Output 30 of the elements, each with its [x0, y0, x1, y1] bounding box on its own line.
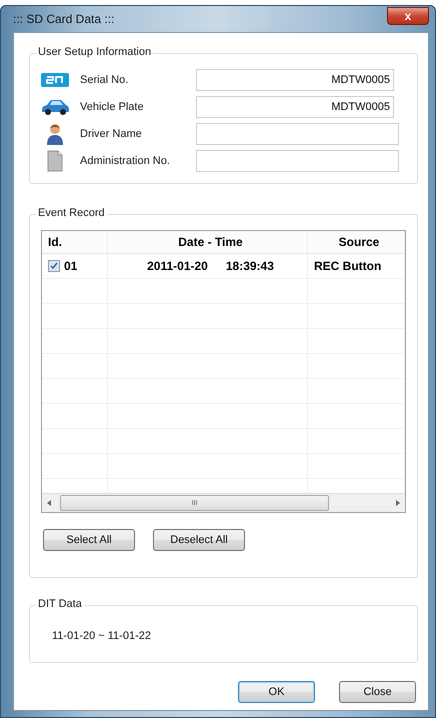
serial-badge-icon: [41, 72, 69, 86]
column-header[interactable]: Source: [308, 231, 405, 253]
column-header[interactable]: Id.: [42, 231, 108, 253]
text-field[interactable]: MDTW0005: [196, 68, 394, 90]
ok-button[interactable]: OK: [238, 681, 315, 703]
text-field[interactable]: [196, 150, 399, 172]
table-cell: 18:39:43: [226, 259, 274, 273]
date-range: 11-01-20 ~ 11-01-22: [52, 630, 151, 642]
field-label: Administration No.: [80, 154, 171, 166]
group-title: DIT Data: [36, 598, 84, 610]
field-label: Vehicle Plate: [80, 100, 145, 112]
table-cell: 01: [64, 259, 78, 273]
window-close-button[interactable]: x: [387, 7, 429, 25]
table-cell: REC Button: [314, 259, 382, 273]
window-title: ::: SD Card Data :::: [13, 12, 114, 26]
text-field[interactable]: MDTW0005: [196, 96, 394, 118]
field-label: Serial No.: [80, 74, 130, 86]
row-checkbox[interactable]: [48, 260, 60, 272]
table-cell: 2011-01-20: [147, 259, 208, 273]
column-header[interactable]: Date - Time: [108, 231, 308, 253]
car-icon: [40, 98, 70, 116]
deselect-all-button[interactable]: Deselect All: [153, 529, 245, 551]
group-title: Event Record: [36, 207, 107, 219]
text-field[interactable]: [196, 122, 399, 144]
select-all-button[interactable]: Select All: [43, 529, 135, 551]
field-label: Driver Name: [80, 128, 143, 140]
document-icon: [47, 150, 63, 172]
close-dialog-button[interactable]: Close: [339, 681, 416, 703]
group-title: User Setup Information: [36, 46, 154, 58]
person-icon: [46, 122, 64, 144]
